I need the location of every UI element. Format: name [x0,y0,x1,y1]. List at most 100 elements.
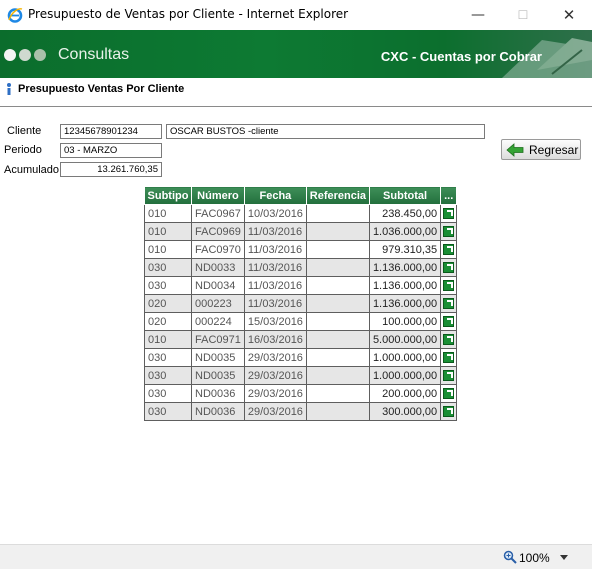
numero-cell: ND0035 [191,348,245,367]
go-arrow-icon[interactable] [443,334,455,346]
table-row: 030 ND0035 29/03/2016 1.000.000,00 [144,348,458,367]
cliente-name-field[interactable]: OSCAR BUSTOS -cliente [166,124,485,139]
subtotal-cell: 979.310,35 [368,240,442,259]
banner-dot-icon [4,49,16,61]
numero-cell: FAC0971 [191,330,245,349]
numero-cell: ND0033 [191,258,245,277]
subtotal-cell: 238.450,00 [368,204,442,223]
fecha-cell: 29/03/2016 [243,384,307,403]
cliente-code-field[interactable]: 12345678901234 [60,124,162,139]
subtipo-cell: 030 [144,348,192,367]
subtipo-cell: 030 [144,276,192,295]
referencia-cell [305,384,370,403]
table-row: 010 FAC0971 16/03/2016 5.000.000,00 [144,330,458,349]
subtotal-cell: 5.000.000,00 [368,330,442,349]
zoom-level[interactable]: 100% [519,551,550,565]
fecha-cell: 29/03/2016 [243,402,307,421]
numero-cell: ND0035 [191,366,245,385]
row-action-cell [440,294,458,313]
table-row: 020 000223 11/03/2016 1.136.000,00 [144,294,458,313]
fecha-cell: 11/03/2016 [243,276,307,295]
banner-dot-icon [19,49,31,61]
periodo-field[interactable]: 03 - MARZO [60,143,162,158]
header-subtotal[interactable]: Subtotal [368,186,442,205]
referencia-cell [305,348,370,367]
fecha-cell: 16/03/2016 [243,330,307,349]
subtipo-cell: 010 [144,222,192,241]
referencia-cell [305,366,370,385]
subtipo-cell: 030 [144,258,192,277]
internet-explorer-icon [7,8,23,23]
fecha-cell: 11/03/2016 [243,222,307,241]
row-action-cell [440,366,458,385]
maximize-button[interactable]: ☐ [512,5,534,25]
row-action-cell [440,348,458,367]
referencia-cell [305,222,370,241]
table-row: 030 ND0033 11/03/2016 1.136.000,00 [144,258,458,277]
page-title: Presupuesto Ventas Por Cliente [18,83,185,95]
row-action-cell [440,258,458,277]
row-action-cell [440,240,458,259]
zoom-dropdown-icon[interactable] [560,555,568,560]
referencia-cell [305,204,370,223]
header-numero[interactable]: Número [191,186,245,205]
subtotal-cell: 1.136.000,00 [368,294,442,313]
go-arrow-icon[interactable] [443,352,455,364]
acumulado-field[interactable]: 13.261.760,35 [60,162,162,177]
subtipo-cell: 010 [144,204,192,223]
module-title: CXC - Cuentas por Cobrar [380,49,542,64]
app-title: Consultas [58,46,130,63]
referencia-cell [305,258,370,277]
acumulado-label: Acumulado [4,164,60,176]
back-arrow-icon [506,143,524,157]
row-action-cell [440,222,458,241]
close-button[interactable]: ✕ [558,5,580,25]
go-arrow-icon[interactable] [443,244,455,256]
window-title: Presupuesto de Ventas por Cliente - Inte… [28,7,349,21]
go-arrow-icon[interactable] [443,226,455,238]
fecha-cell: 29/03/2016 [243,366,307,385]
header-subtipo[interactable]: Subtipo [144,186,192,205]
header-actions: ... [440,186,458,205]
header-referencia[interactable]: Referencia [305,186,370,205]
subtipo-cell: 030 [144,366,192,385]
go-arrow-icon[interactable] [443,208,455,220]
go-arrow-icon[interactable] [443,262,455,274]
table-row: 020 000224 15/03/2016 100.000,00 [144,312,458,331]
divider [0,106,592,107]
go-arrow-icon[interactable] [443,298,455,310]
referencia-cell [305,276,370,295]
numero-cell: 000224 [191,312,245,331]
fecha-cell: 11/03/2016 [243,240,307,259]
subtipo-cell: 020 [144,312,192,331]
row-action-cell [440,402,458,421]
table-row: 030 ND0036 29/03/2016 300.000,00 [144,402,458,421]
subtipo-cell: 010 [144,330,192,349]
table-row: 030 ND0034 11/03/2016 1.136.000,00 [144,276,458,295]
numero-cell: FAC0967 [191,204,245,223]
go-arrow-icon[interactable] [443,316,455,328]
table-row: 030 ND0036 29/03/2016 200.000,00 [144,384,458,403]
referencia-cell [305,240,370,259]
numero-cell: FAC0969 [191,222,245,241]
referencia-cell [305,294,370,313]
minimize-button[interactable]: — [467,5,489,25]
go-arrow-icon[interactable] [443,406,455,418]
status-bar: 100% [0,544,592,569]
table-header-row: Subtipo Número Fecha Referencia Subtotal… [144,186,458,205]
subtotal-cell: 200.000,00 [368,384,442,403]
fecha-cell: 11/03/2016 [243,294,307,313]
subtotal-cell: 1.000.000,00 [368,348,442,367]
numero-cell: 000223 [191,294,245,313]
subtotal-cell: 1.136.000,00 [368,276,442,295]
fecha-cell: 11/03/2016 [243,258,307,277]
go-arrow-icon[interactable] [443,280,455,292]
go-arrow-icon[interactable] [443,388,455,400]
regresar-button[interactable]: Regresar [501,139,581,160]
budget-table: Subtipo Número Fecha Referencia Subtotal… [144,186,458,421]
row-action-cell [440,330,458,349]
go-arrow-icon[interactable] [443,370,455,382]
fecha-cell: 29/03/2016 [243,348,307,367]
row-action-cell [440,204,458,223]
header-fecha[interactable]: Fecha [243,186,307,205]
